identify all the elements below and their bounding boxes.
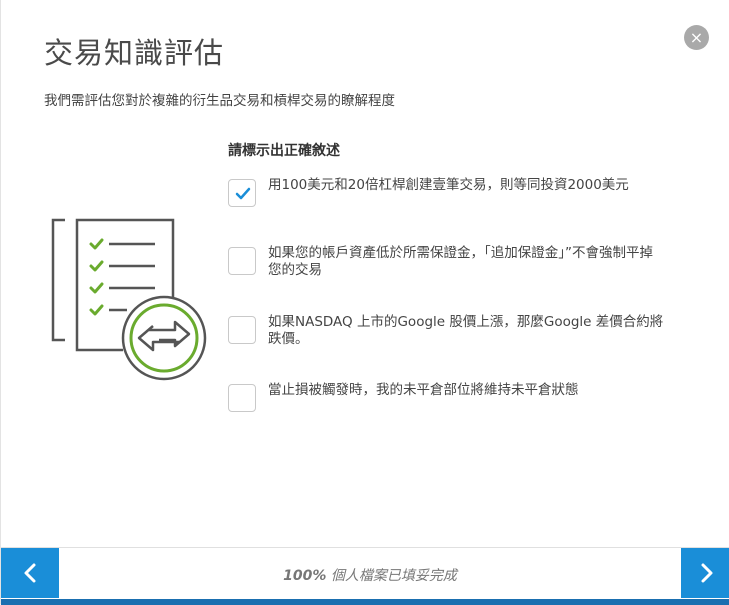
- footer-accent-bar: [1, 599, 729, 605]
- progress-label: 個人檔案已填妥完成: [326, 568, 457, 584]
- option-4-label[interactable]: 當止損被觸發時，我的未平倉部位將維持未平倉狀態: [268, 382, 666, 399]
- modal-title: 交易知識評估: [44, 36, 225, 70]
- option-3-label[interactable]: 如果NASDAQ 上市的Google 股價上漲，那麼Google 差價合約將跌價…: [268, 314, 666, 348]
- progress-status: 100% 個人檔案已填妥完成: [59, 565, 681, 585]
- option-1-label[interactable]: 用100美元和20倍杠桿創建壹筆交易，則等同投資2000美元: [268, 177, 666, 194]
- option-2-label[interactable]: 如果您的帳戶資產低於所需保證金，「追加保證金」”不會強制平掉您的交易: [268, 245, 666, 279]
- close-button[interactable]: ×: [684, 25, 709, 50]
- option-1-checkbox[interactable]: [228, 179, 256, 207]
- previous-button[interactable]: [1, 548, 59, 598]
- close-icon: ×: [689, 28, 704, 47]
- assessment-modal: 交易知識評估 我們需評估您對於複雜的衍生品交易和槓桿交易的瞭解程度 × 請標示出…: [0, 0, 729, 605]
- option-4-checkbox[interactable]: [228, 384, 256, 412]
- next-button[interactable]: [681, 548, 729, 598]
- chevron-left-icon: [24, 563, 36, 583]
- progress-percent: 100%: [283, 568, 327, 584]
- modal-subtitle: 我們需評估您對於複雜的衍生品交易和槓桿交易的瞭解程度: [44, 93, 395, 109]
- chevron-right-icon: [701, 563, 713, 583]
- wizard-footer: 100% 個人檔案已填妥完成: [1, 547, 729, 605]
- question-text: 請標示出正確敘述: [228, 143, 340, 159]
- option-2-checkbox[interactable]: [228, 247, 256, 275]
- checklist-exchange-icon: [51, 218, 207, 381]
- option-3-checkbox[interactable]: [228, 316, 256, 344]
- checkmark-icon: [235, 187, 251, 200]
